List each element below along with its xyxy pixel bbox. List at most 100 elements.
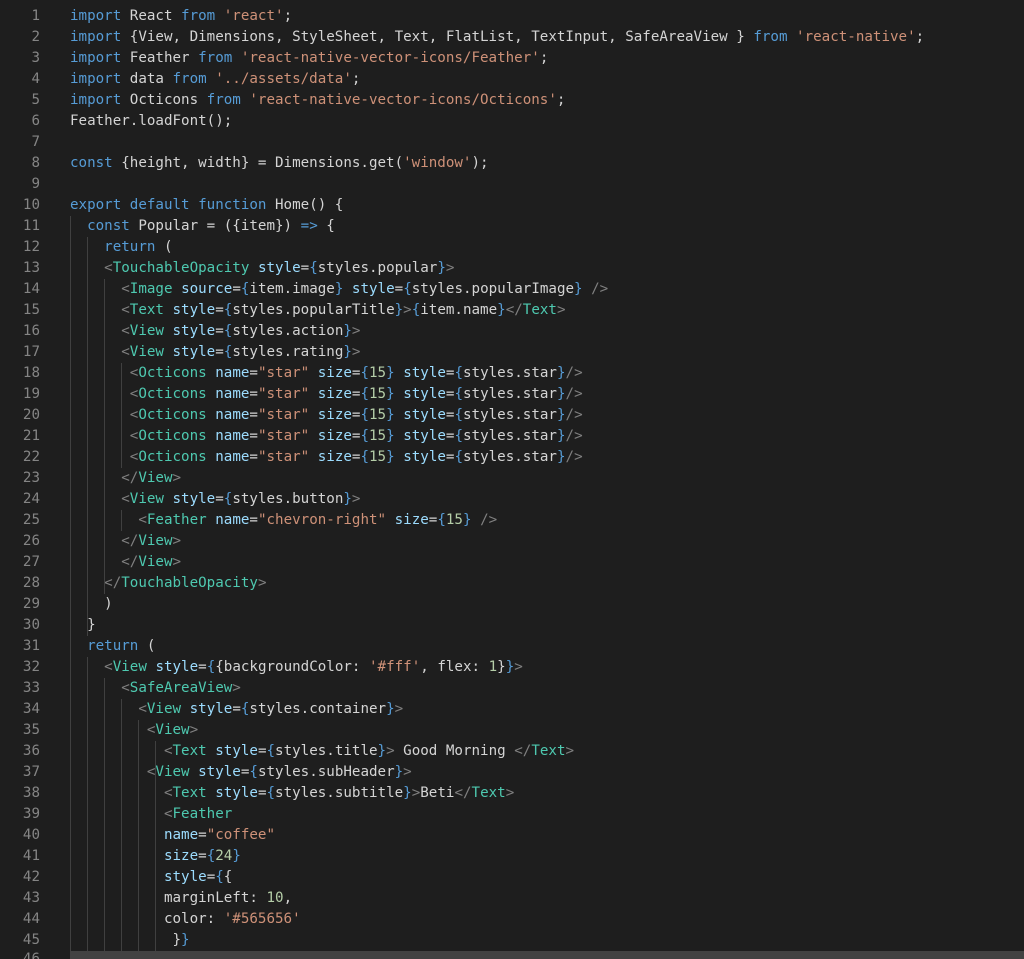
indent-guide — [70, 804, 71, 825]
code-token: } — [505, 659, 515, 675]
code-token: View — [129, 491, 164, 507]
code-token: /> — [591, 281, 609, 297]
code-line[interactable]: 43 marginLeft: 10, — [0, 888, 1024, 909]
code-line[interactable]: 36 <Text style={styles.title}> Good Morn… — [0, 741, 1024, 762]
code-line[interactable]: 27 </View> — [0, 552, 1024, 573]
code-line[interactable]: 5 import Octicons from 'react-native-vect… — [0, 90, 1024, 111]
code-line[interactable]: 29 ) — [0, 594, 1024, 615]
code-line[interactable]: 6 Feather.loadFont(); — [0, 111, 1024, 132]
indent-guide — [87, 678, 88, 699]
code-line[interactable]: 4 import data from '../assets/data'; — [0, 69, 1024, 90]
indent-guide — [70, 510, 71, 531]
code-token: < — [121, 323, 130, 339]
indent-guide — [70, 720, 71, 741]
code-token: "star" — [257, 386, 310, 402]
code-token: { — [360, 365, 370, 381]
code-line[interactable]: 37 <View style={styles.subHeader}> — [0, 762, 1024, 783]
code-token: { — [360, 386, 370, 402]
code-line[interactable]: 3 import Feather from 'react-native-vecto… — [0, 48, 1024, 69]
code-line[interactable]: 13 <TouchableOpacity style={styles.popul… — [0, 258, 1024, 279]
indent-guide — [87, 279, 88, 300]
code-line[interactable]: 45 }} — [0, 930, 1024, 951]
code-line[interactable]: 24 <View style={styles.button}> — [0, 489, 1024, 510]
code-line[interactable]: 2 import {View, Dimensions, StyleSheet, T… — [0, 27, 1024, 48]
code-token: item.name — [420, 302, 498, 318]
code-area[interactable]: 1 import React from 'react'; 2 import {View… — [0, 6, 1024, 951]
code-token: ( — [155, 239, 173, 255]
code-token: 15 — [369, 428, 387, 444]
line-number: 45 — [22, 932, 40, 948]
code-token: styles.action — [232, 323, 344, 339]
code-token: React — [121, 8, 182, 24]
code-line[interactable]: 42 style={{ — [0, 867, 1024, 888]
code-line[interactable]: 17 <View style={styles.rating}> — [0, 342, 1024, 363]
code-line[interactable]: 15 <Text style={styles.popularTitle}>{it… — [0, 300, 1024, 321]
code-line[interactable]: 30 } — [0, 615, 1024, 636]
indent-guide — [104, 783, 105, 804]
code-line[interactable]: 10 export default function Home() { — [0, 195, 1024, 216]
code-token: style — [215, 785, 258, 801]
code-line[interactable]: 32 <View style={{backgroundColor: '#fff'… — [0, 657, 1024, 678]
code-token: import — [70, 50, 122, 66]
indent-guide — [87, 804, 88, 825]
line-number: 12 — [22, 239, 40, 255]
code-line[interactable]: 1 import React from 'react'; — [0, 6, 1024, 27]
code-line[interactable]: 19 <Octicons name="star" size={15} style… — [0, 384, 1024, 405]
code-line[interactable]: 21 <Octicons name="star" size={15} style… — [0, 426, 1024, 447]
horizontal-scrollbar[interactable] — [70, 951, 1024, 959]
code-token: Popular = ({item}) — [129, 218, 301, 234]
code-line[interactable]: 8 const {height, width} = Dimensions.get(… — [0, 153, 1024, 174]
line-number: 1 — [31, 8, 40, 24]
code-token: style — [172, 323, 216, 339]
code-token: 'react-native-vector-icons/Octicons' — [249, 92, 557, 108]
code-token: = — [206, 869, 216, 885]
code-token: { — [454, 449, 464, 465]
code-line[interactable]: 16 <View style={styles.action}> — [0, 321, 1024, 342]
line-number: 9 — [31, 176, 40, 192]
code-token: from — [172, 71, 207, 87]
code-token: size — [394, 512, 429, 528]
code-line[interactable]: 7 — [0, 132, 1024, 153]
code-line[interactable]: 14 <Image source={item.image} style={sty… — [0, 279, 1024, 300]
indent-guide — [138, 762, 139, 783]
code-line[interactable]: 12 return ( — [0, 237, 1024, 258]
indent-guide — [138, 825, 139, 846]
code-line[interactable]: 44 color: '#565656' — [0, 909, 1024, 930]
code-line[interactable]: 35 <View> — [0, 720, 1024, 741]
code-token: Feather.loadFont(); — [70, 113, 233, 129]
code-token: Feather — [146, 512, 207, 528]
code-line[interactable]: 38 <Text style={styles.subtitle}>Beti</T… — [0, 783, 1024, 804]
code-editor[interactable]: 1 import React from 'react'; 2 import {View… — [0, 0, 1024, 959]
code-token: } — [386, 449, 395, 465]
code-line[interactable]: 34 <View style={styles.container}> — [0, 699, 1024, 720]
code-line[interactable]: 23 </View> — [0, 468, 1024, 489]
code-line[interactable]: 41 size={24} — [0, 846, 1024, 867]
code-line[interactable]: 39 <Feather — [0, 804, 1024, 825]
code-line[interactable]: 31 return ( — [0, 636, 1024, 657]
code-line[interactable]: 11 const Popular = ({item}) => { — [0, 216, 1024, 237]
code-token: 15 — [369, 386, 387, 402]
line-number: 18 — [22, 365, 40, 381]
code-line[interactable]: 26 </View> — [0, 531, 1024, 552]
code-line[interactable]: 20 <Octicons name="star" size={15} style… — [0, 405, 1024, 426]
indent-guide — [121, 846, 122, 867]
indent-guide — [87, 447, 88, 468]
code-line[interactable]: 18 <Octicons name="star" size={15} style… — [0, 363, 1024, 384]
code-line[interactable]: 25 <Feather name="chevron-right" size={1… — [0, 510, 1024, 531]
code-line[interactable]: 28 </TouchableOpacity> — [0, 573, 1024, 594]
code-line[interactable]: 9 — [0, 174, 1024, 195]
code-token: Text — [172, 743, 207, 759]
code-line[interactable]: 40 name="coffee" — [0, 825, 1024, 846]
code-token: name — [215, 407, 250, 423]
line-content: <Octicons name="star" size={15} style={s… — [70, 426, 583, 447]
indent-guide — [87, 510, 88, 531]
code-line[interactable]: 33 <SafeAreaView> — [0, 678, 1024, 699]
code-line[interactable]: 22 <Octicons name="star" size={15} style… — [0, 447, 1024, 468]
code-token: Text — [531, 743, 566, 759]
code-token: } — [556, 407, 566, 423]
code-token: 'react-native' — [796, 29, 916, 45]
